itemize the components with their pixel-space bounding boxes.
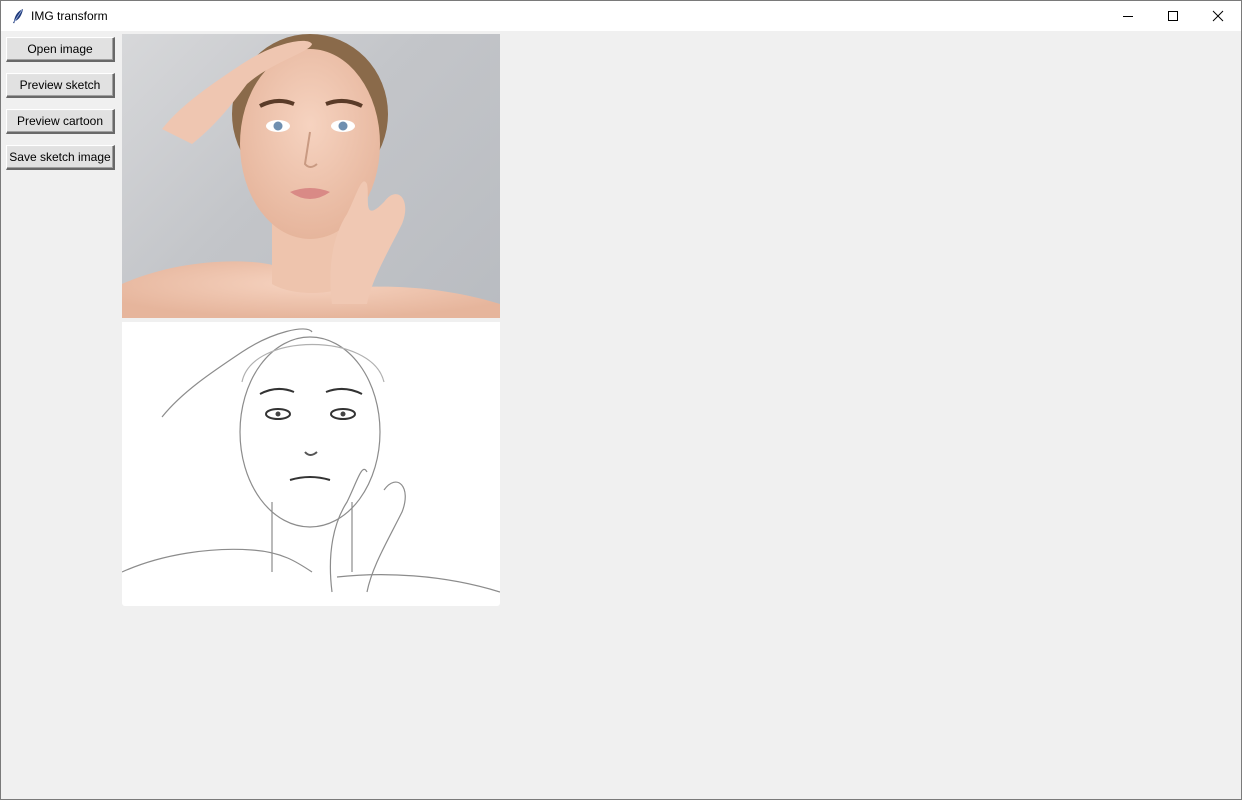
preview-cartoon-button[interactable]: Preview cartoon <box>6 109 115 134</box>
title-bar[interactable]: IMG transform <box>1 1 1241 31</box>
open-image-button[interactable]: Open image <box>6 37 115 62</box>
preview-sketch-button[interactable]: Preview sketch <box>6 73 115 98</box>
minimize-icon[interactable] <box>1105 1 1150 31</box>
sketch-preview <box>122 322 500 606</box>
feather-icon <box>11 8 25 24</box>
original-photo <box>122 34 500 318</box>
app-window: IMG transform Open image Preview sketch … <box>0 0 1242 800</box>
window-title: IMG transform <box>31 9 108 23</box>
save-sketch-image-button[interactable]: Save sketch image <box>6 145 115 170</box>
close-icon[interactable] <box>1195 1 1240 31</box>
maximize-icon[interactable] <box>1150 1 1195 31</box>
